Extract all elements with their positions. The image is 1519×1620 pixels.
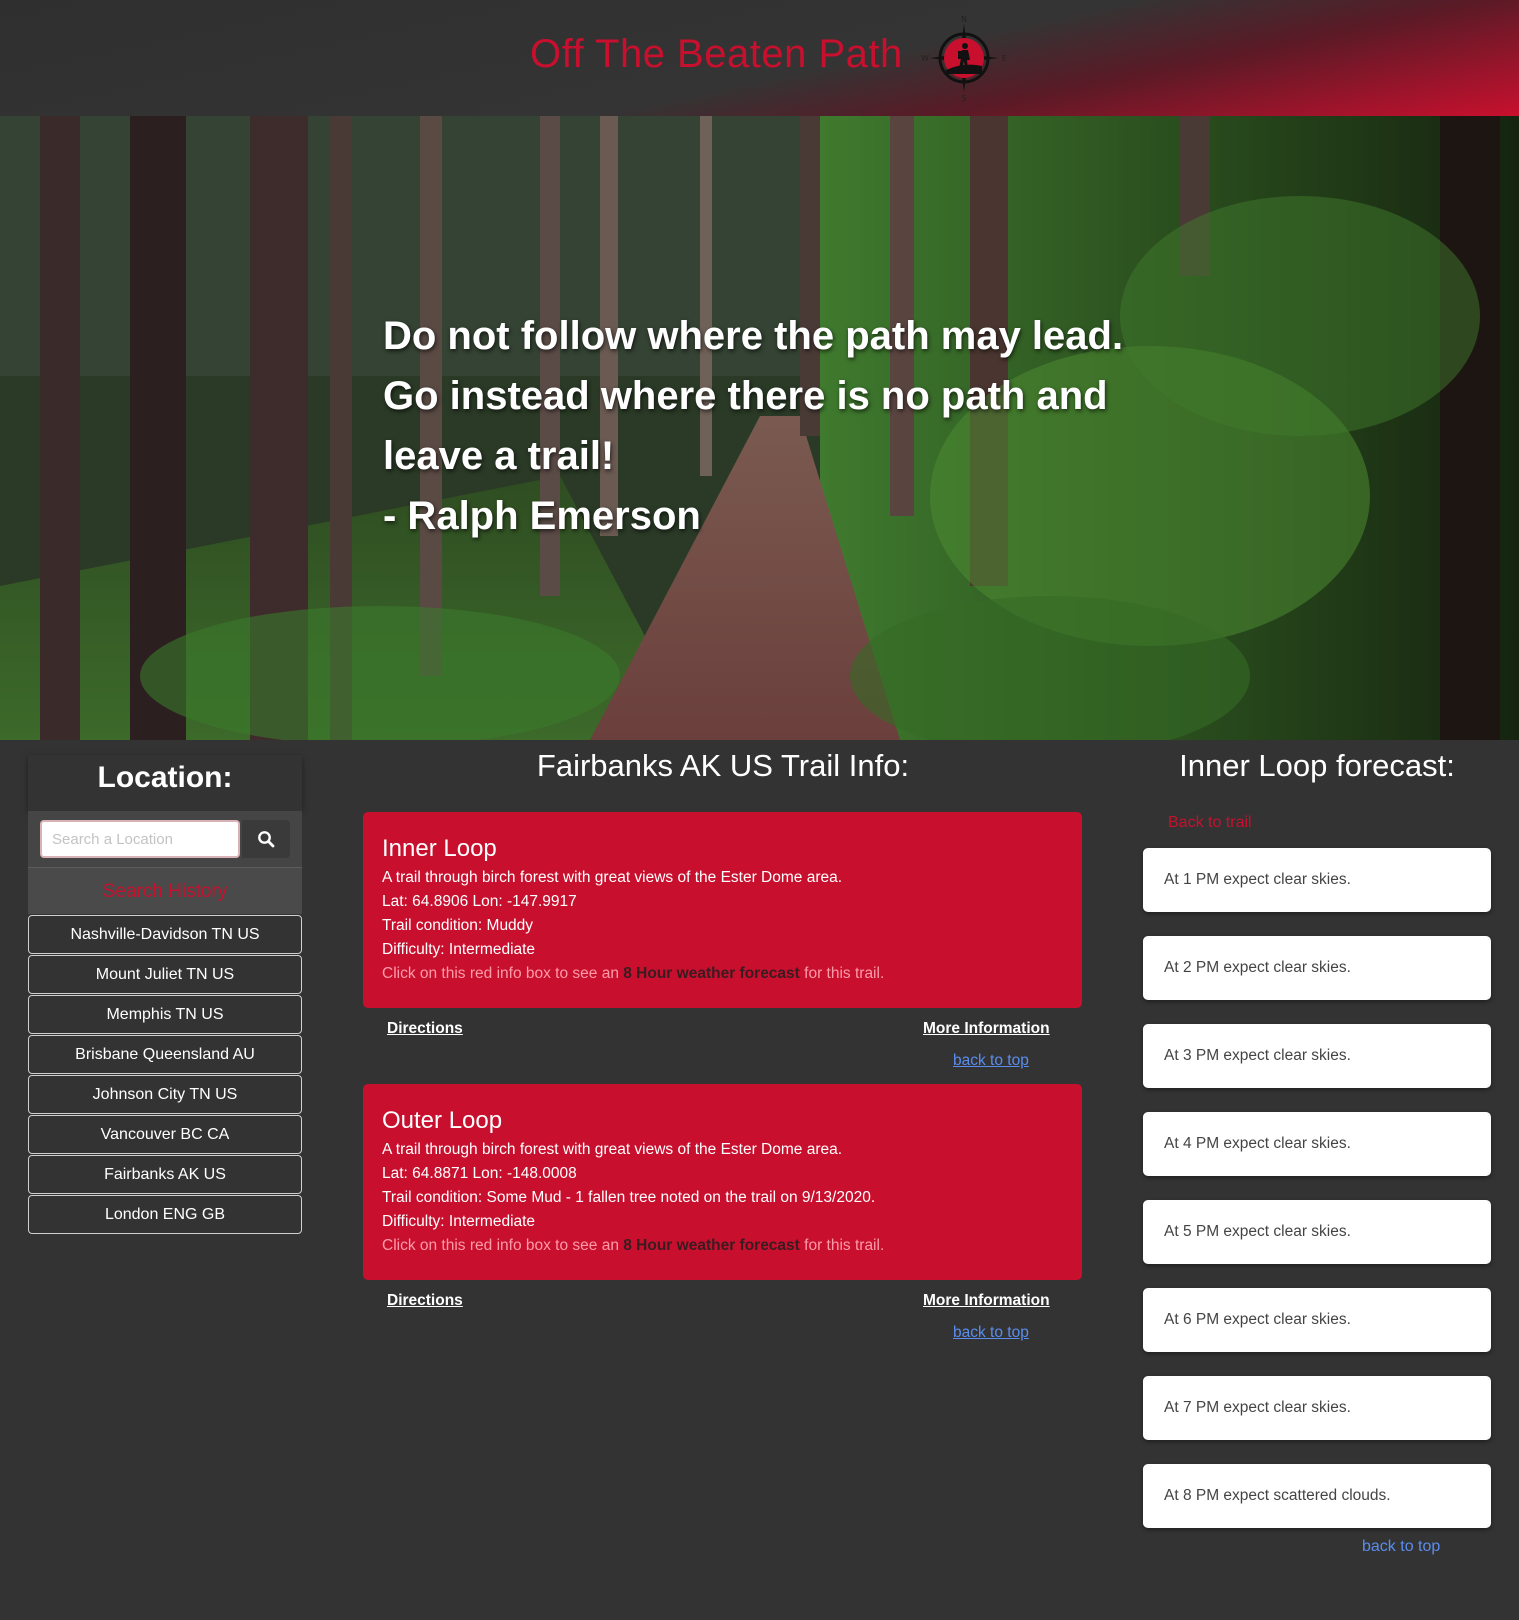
svg-text:E: E — [1002, 54, 1007, 63]
location-panel: Location: Search History Nashville-David… — [28, 755, 302, 1234]
back-to-trail-link[interactable]: Back to trail — [1168, 814, 1252, 832]
hero-quote: Do not follow where the path may lead. G… — [383, 306, 1183, 546]
more-information-link[interactable]: More Information — [923, 1292, 1050, 1310]
trail-card-inner-loop[interactable]: Inner Loop A trail through birch forest … — [363, 812, 1082, 1008]
trail-description: A trail through birch forest with great … — [382, 869, 843, 886]
svg-text:W: W — [921, 54, 929, 63]
forecast-card: At 2 PM expect clear skies. — [1143, 936, 1491, 1000]
forecast-card: At 8 PM expect scattered clouds. — [1143, 1464, 1491, 1528]
trail-coordinates: Lat: 64.8906 Lon: -147.9917 — [382, 893, 577, 910]
forecast-back-to-top-link[interactable]: back to top — [1362, 1538, 1440, 1556]
trail-condition: Trail condition: Muddy — [382, 917, 534, 934]
trail-coordinates: Lat: 64.8871 Lon: -148.0008 — [382, 1165, 577, 1182]
history-item[interactable]: Mount Juliet TN US — [28, 955, 302, 994]
directions-link[interactable]: Directions — [387, 1292, 463, 1310]
trail-info-title: Fairbanks AK US Trail Info: — [536, 748, 910, 783]
forecast-card: At 5 PM expect clear skies. — [1143, 1200, 1491, 1264]
history-item[interactable]: Nashville-Davidson TN US — [28, 915, 302, 954]
location-heading: Location: — [28, 755, 302, 811]
history-item[interactable]: London ENG GB — [28, 1195, 302, 1234]
trail-difficulty: Difficulty: Intermediate — [382, 941, 536, 958]
trail-hint: Click on this red info box to see an 8 H… — [382, 965, 885, 982]
history-item[interactable]: Brisbane Queensland AU — [28, 1035, 302, 1074]
quote-line: Do not follow where the path may lead. — [383, 314, 1124, 358]
svg-text:N: N — [961, 15, 967, 24]
quote-line: leave a trail! — [383, 434, 615, 478]
trail-description: A trail through birch forest with great … — [382, 1141, 843, 1158]
trail-name: Outer Loop — [382, 1107, 503, 1134]
trail-card-outer-loop[interactable]: Outer Loop A trail through birch forest … — [363, 1084, 1082, 1280]
quote-line: Go instead where there is no path and — [383, 374, 1108, 418]
history-item[interactable]: Fairbanks AK US — [28, 1155, 302, 1194]
forecast-card: At 1 PM expect clear skies. — [1143, 848, 1491, 912]
search-bar — [28, 811, 302, 867]
history-item[interactable]: Vancouver BC CA — [28, 1115, 302, 1154]
back-to-top-link[interactable]: back to top — [953, 1052, 1029, 1070]
trail-difficulty: Difficulty: Intermediate — [382, 1213, 536, 1230]
hero-banner: Do not follow where the path may lead. G… — [0, 116, 1519, 740]
compass-hiker-icon: N S W E — [921, 15, 1007, 102]
back-to-top-link[interactable]: back to top — [953, 1324, 1029, 1342]
site-header: Off The Beaten Path N S W E — [0, 0, 1519, 116]
search-button[interactable] — [242, 820, 290, 858]
history-item[interactable]: Johnson City TN US — [28, 1075, 302, 1114]
trail-name: Inner Loop — [382, 835, 497, 862]
trail-condition: Trail condition: Some Mud - 1 fallen tre… — [382, 1189, 876, 1206]
search-history-header: Search History — [28, 867, 302, 914]
search-icon — [258, 831, 275, 848]
forecast-card: At 6 PM expect clear skies. — [1143, 1288, 1491, 1352]
trail-hint: Click on this red info box to see an 8 H… — [382, 1237, 885, 1254]
site-title: Off The Beaten Path — [530, 32, 903, 76]
forecast-card: At 3 PM expect clear skies. — [1143, 1024, 1491, 1088]
more-information-link[interactable]: More Information — [923, 1020, 1050, 1038]
forecast-title: Inner Loop forecast: — [1179, 748, 1455, 783]
quote-author: - Ralph Emerson — [383, 494, 701, 538]
directions-link[interactable]: Directions — [387, 1020, 463, 1038]
history-item[interactable]: Memphis TN US — [28, 995, 302, 1034]
svg-text:S: S — [961, 94, 966, 102]
forecast-card: At 4 PM expect clear skies. — [1143, 1112, 1491, 1176]
search-input[interactable] — [40, 820, 240, 858]
forecast-card: At 7 PM expect clear skies. — [1143, 1376, 1491, 1440]
